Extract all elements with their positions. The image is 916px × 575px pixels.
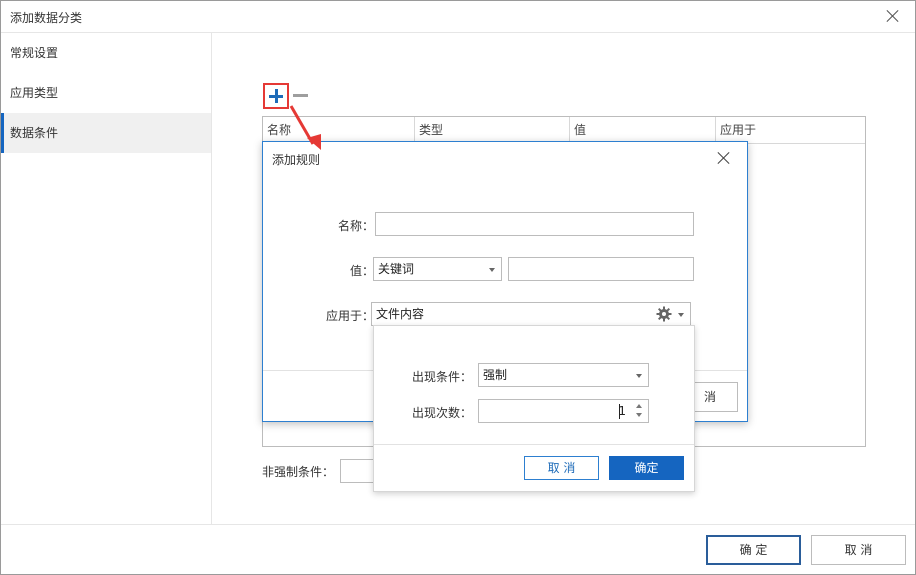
apply-to-popup: 出现条件： 强制 出现次数： 1 取 消 确定 — [373, 325, 695, 492]
window-title: 添加数据分类 — [10, 11, 83, 25]
popup-divider — [374, 444, 694, 445]
name-label: 名称： — [337, 219, 374, 233]
stepper-arrows[interactable] — [635, 402, 645, 420]
sidebar-item-general[interactable]: 常规设置 — [1, 33, 211, 73]
sidebar-item-app-type[interactable]: 应用类型 — [1, 73, 211, 113]
column-apply-to[interactable]: 应用于 — [715, 117, 865, 143]
apply-to-text: 文件内容 — [376, 307, 425, 321]
sidebar-item-data-conditions[interactable]: 数据条件 — [1, 113, 211, 153]
title-bar: 添加数据分类 — [1, 1, 915, 33]
dialog-window: 添加数据分类 常规设置 应用类型 数据条件 名称 类型 值 应用于 非强制条件：… — [0, 0, 916, 575]
apply-to-label: 应用于： — [325, 309, 374, 323]
dialog-cancel-button-label: 消 — [703, 390, 716, 404]
chevron-down-icon — [636, 374, 642, 378]
column-name[interactable]: 名称 — [263, 117, 414, 143]
count-value: 1 — [618, 404, 626, 418]
column-value[interactable]: 值 — [569, 117, 715, 143]
condition-label: 出现条件： — [412, 370, 473, 384]
count-stepper[interactable]: 1 — [478, 399, 649, 423]
condition-select-text: 强制 — [483, 368, 508, 382]
chevron-down-icon — [678, 313, 684, 317]
popup-cancel-button[interactable]: 取 消 — [524, 456, 599, 480]
chevron-down-icon[interactable] — [636, 413, 642, 417]
ok-button[interactable]: 确 定 — [706, 535, 801, 565]
count-label: 出现次数： — [412, 406, 473, 420]
nonforce-condition-label: 非强制条件： — [262, 465, 335, 479]
add-rule-button[interactable] — [263, 83, 289, 109]
plus-icon-stroke — [275, 89, 278, 103]
chevron-up-icon[interactable] — [636, 404, 642, 408]
value-type-select[interactable]: 关键词 — [373, 257, 502, 281]
column-type[interactable]: 类型 — [414, 117, 569, 143]
value-label: 值： — [349, 264, 374, 278]
chevron-down-icon — [489, 268, 495, 272]
popup-ok-button[interactable]: 确定 — [609, 456, 684, 480]
value-text-input[interactable] — [508, 257, 694, 281]
footer-divider — [1, 524, 915, 525]
gear-icon[interactable] — [656, 306, 672, 322]
cancel-button[interactable]: 取 消 — [811, 535, 906, 565]
value-type-text: 关键词 — [378, 262, 415, 276]
close-icon[interactable] — [885, 8, 901, 24]
close-icon[interactable] — [717, 151, 731, 165]
rules-table-header: 名称 类型 值 应用于 — [263, 117, 865, 144]
remove-rule-button[interactable] — [293, 94, 308, 97]
rule-name-input[interactable] — [375, 212, 694, 236]
apply-to-select[interactable]: 文件内容 — [371, 302, 691, 326]
sidebar: 常规设置 应用类型 数据条件 — [1, 33, 212, 524]
red-arrow-annotation — [289, 105, 321, 150]
condition-select[interactable]: 强制 — [478, 363, 649, 387]
